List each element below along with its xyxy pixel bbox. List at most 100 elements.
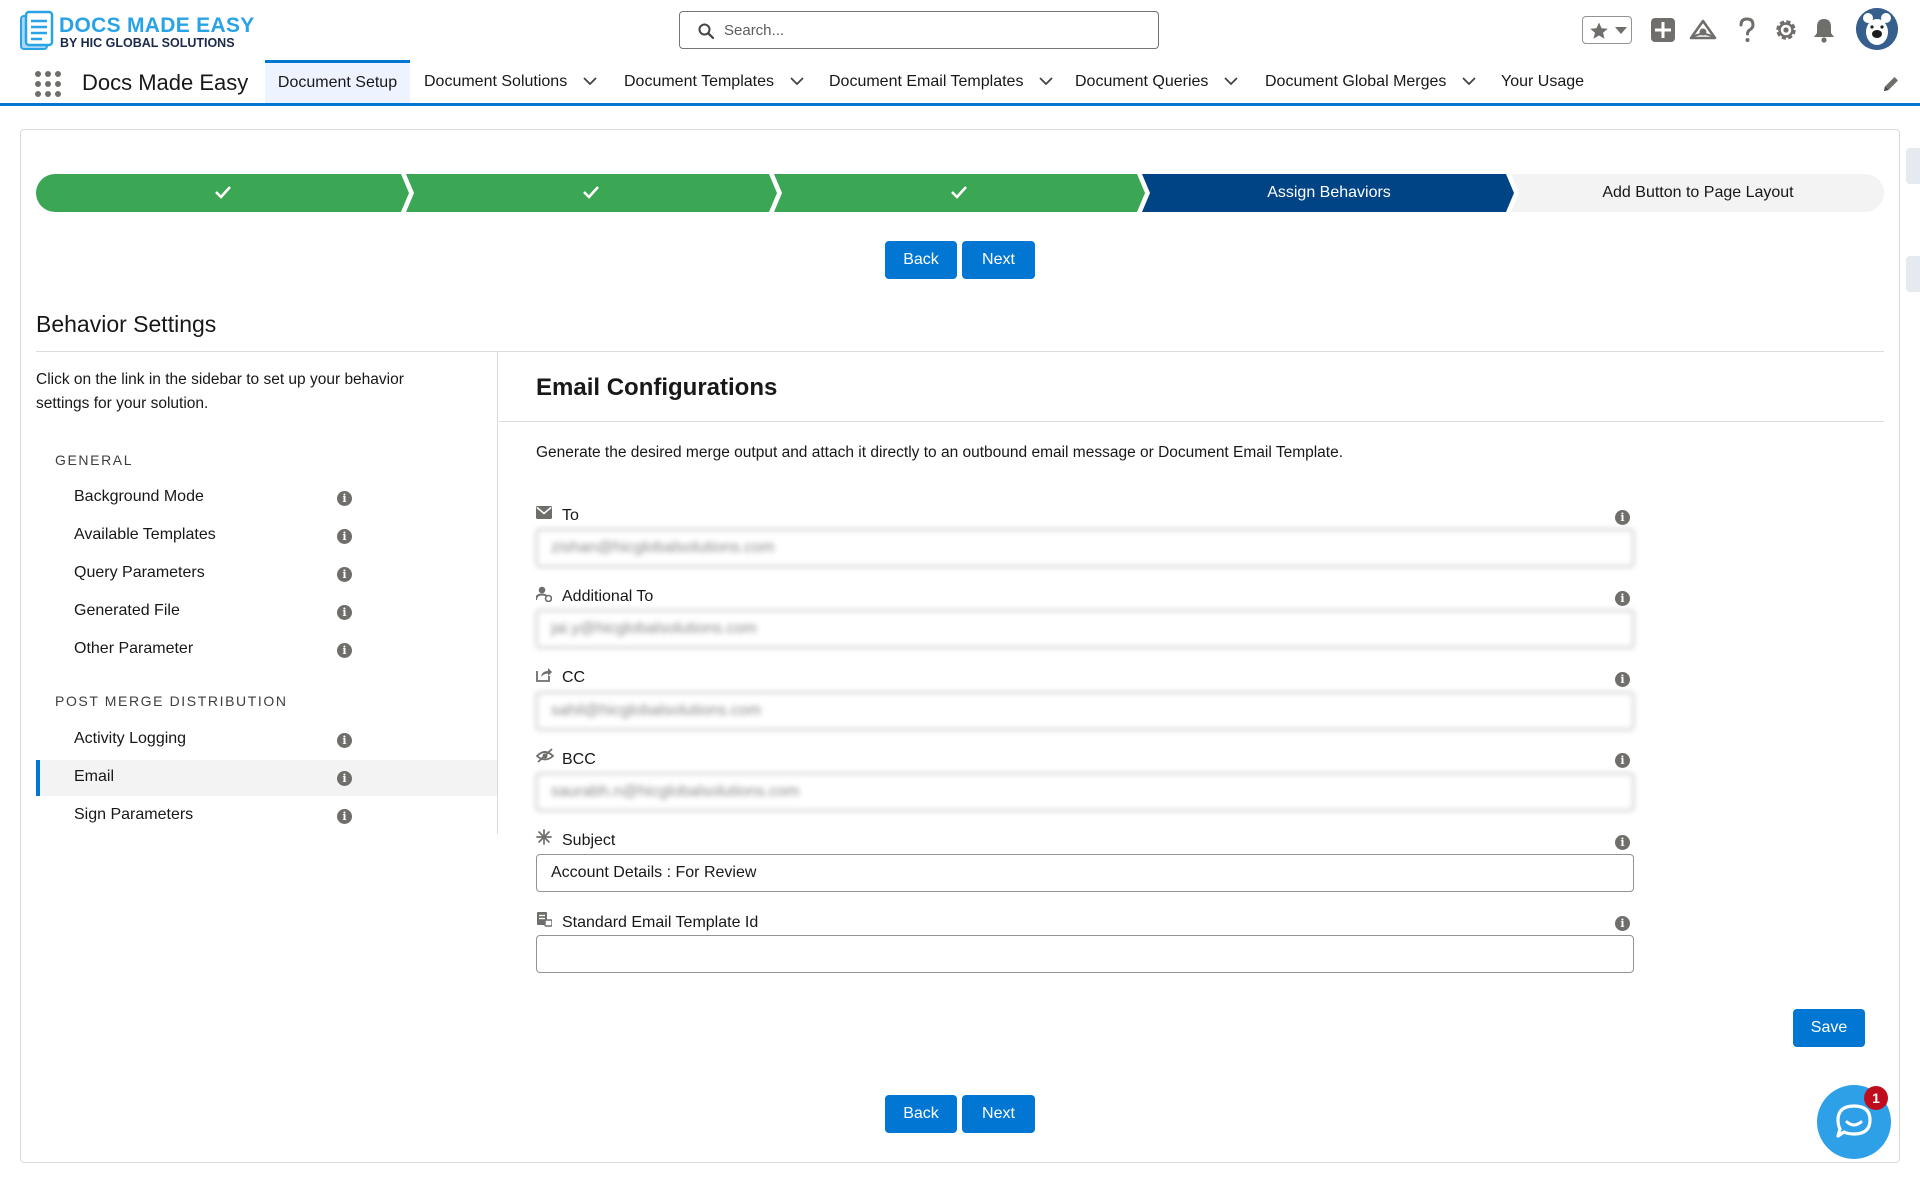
- tab-document-setup[interactable]: Document Setup: [265, 60, 410, 103]
- sidebar-item-label: Activity Logging: [74, 730, 187, 747]
- hide-icon: [536, 748, 554, 763]
- info-icon[interactable]: i: [337, 567, 352, 582]
- search-input[interactable]: [724, 12, 1144, 48]
- tab-document-queries[interactable]: Document Queries: [1075, 60, 1239, 103]
- edit-nav-pencil-icon[interactable]: [1882, 75, 1900, 93]
- global-actions-add-icon[interactable]: [1649, 16, 1677, 44]
- side-panel-toggle-bottom[interactable]: [1906, 256, 1920, 292]
- sidebar-item-sign-parameters[interactable]: Sign Parameters i: [36, 798, 497, 834]
- sparkle-icon: [536, 829, 552, 845]
- back-button-top[interactable]: Back: [885, 241, 957, 279]
- tab-label: Document Templates: [624, 72, 774, 90]
- sidebar-item-background-mode[interactable]: Background Mode i: [36, 480, 497, 516]
- cc-email-field[interactable]: [536, 692, 1634, 730]
- back-button-bottom[interactable]: Back: [885, 1095, 957, 1133]
- tab-document-global-merges[interactable]: Document Global Merges: [1265, 60, 1477, 103]
- sidebar-item-email[interactable]: Email i: [36, 760, 497, 796]
- chevron-down-icon[interactable]: [1224, 77, 1239, 86]
- global-header: DOCS MADE EASY BY HIC GLOBAL SOLUTIONS: [0, 0, 1920, 60]
- template-icon: [537, 912, 552, 927]
- panel-divider: [499, 421, 1884, 422]
- to-email-field[interactable]: [536, 529, 1634, 567]
- standard-email-template-id-field[interactable]: [536, 935, 1634, 973]
- sidebar-heading-post-merge-distribution: POST MERGE DISTRIBUTION: [55, 693, 288, 709]
- setup-gear-icon[interactable]: [1772, 16, 1800, 44]
- bcc-email-field[interactable]: [536, 773, 1634, 811]
- document-logo-icon: [20, 10, 54, 50]
- sidebar-intro-text: Click on the link in the sidebar to set …: [36, 371, 404, 412]
- sidebar-heading-general: GENERAL: [55, 452, 134, 468]
- sidebar-item-label: Available Templates: [74, 526, 216, 543]
- tab-label: Your Usage: [1501, 72, 1585, 90]
- step-3-check-icon: [951, 186, 967, 199]
- save-button[interactable]: Save: [1793, 1009, 1865, 1047]
- favorites-star-icon: [1590, 22, 1608, 39]
- info-icon[interactable]: i: [337, 605, 352, 620]
- trailhead-icon[interactable]: [1689, 16, 1717, 44]
- sidebar-item-activity-logging[interactable]: Activity Logging i: [36, 722, 497, 758]
- info-icon[interactable]: i: [1615, 835, 1630, 850]
- sidebar-item-generated-file[interactable]: Generated File i: [36, 594, 497, 630]
- tab-label: Document Queries: [1075, 72, 1209, 90]
- tab-document-email-templates[interactable]: Document Email Templates: [829, 60, 1054, 103]
- next-button-top[interactable]: Next: [962, 241, 1035, 279]
- sidebar-item-other-parameter[interactable]: Other Parameter i: [36, 632, 497, 668]
- info-icon[interactable]: i: [1615, 753, 1630, 768]
- info-icon[interactable]: i: [337, 771, 352, 786]
- tab-document-solutions[interactable]: Document Solutions: [424, 60, 597, 103]
- info-icon[interactable]: i: [1615, 916, 1630, 931]
- panel-title: Email Configurations: [536, 374, 778, 401]
- add-contact-icon: [536, 586, 552, 602]
- path-step-add-button[interactable]: Add Button to Page Layout: [1519, 174, 1877, 212]
- field-label-subject: Subject: [562, 832, 616, 849]
- tab-label: Document Solutions: [424, 72, 568, 90]
- sidebar-item-label: Sign Parameters: [74, 806, 194, 823]
- app-name: Docs Made Easy: [82, 70, 249, 95]
- chevron-down-icon[interactable]: [583, 77, 597, 86]
- field-label-standard-email-template-id: Standard Email Template Id: [562, 914, 759, 931]
- logo-title: DOCS MADE EASY: [59, 14, 255, 37]
- next-button-bottom[interactable]: Next: [962, 1095, 1035, 1133]
- sidebar-item-available-templates[interactable]: Available Templates i: [36, 518, 497, 554]
- docs-made-easy-logo[interactable]: DOCS MADE EASY BY HIC GLOBAL SOLUTIONS: [18, 8, 254, 52]
- search-icon: [698, 23, 714, 39]
- chevron-down-icon[interactable]: [1039, 77, 1054, 86]
- field-label-to: To: [562, 507, 579, 524]
- favorites-dropdown-icon[interactable]: [1615, 27, 1627, 35]
- info-icon[interactable]: i: [337, 733, 352, 748]
- info-icon[interactable]: i: [337, 529, 352, 544]
- info-icon[interactable]: i: [1615, 591, 1630, 606]
- chat-notification-badge: 1: [1864, 1086, 1888, 1110]
- sidebar-item-label: Background Mode: [74, 488, 204, 505]
- side-panel-toggle-top[interactable]: [1906, 148, 1920, 184]
- additional-to-email-field[interactable]: [536, 610, 1634, 648]
- user-avatar[interactable]: [1856, 8, 1898, 50]
- sidebar-item-label: Email: [74, 768, 115, 785]
- info-icon[interactable]: i: [337, 643, 352, 658]
- subject-field[interactable]: [536, 854, 1634, 892]
- tab-label: Document Email Templates: [829, 72, 1024, 90]
- path-step-assign-behaviors[interactable]: Assign Behaviors: [1150, 174, 1508, 212]
- chevron-down-icon[interactable]: [1462, 77, 1477, 86]
- help-icon[interactable]: [1733, 16, 1761, 44]
- panel-description: Generate the desired merge output and at…: [536, 444, 1344, 461]
- tab-label: Document Global Merges: [1265, 72, 1447, 90]
- behavior-sidebar: Click on the link in the sidebar to set …: [36, 352, 498, 834]
- favorites-button[interactable]: [1582, 16, 1632, 44]
- sidebar-item-label: Other Parameter: [74, 640, 194, 657]
- global-search[interactable]: [679, 11, 1159, 49]
- info-icon[interactable]: i: [1615, 672, 1630, 687]
- notifications-bell-icon[interactable]: [1810, 16, 1838, 44]
- info-icon[interactable]: i: [337, 491, 352, 506]
- info-icon[interactable]: i: [337, 809, 352, 824]
- chat-bubble-icon: [1836, 1104, 1872, 1138]
- logo-subtitle: BY HIC GLOBAL SOLUTIONS: [60, 36, 235, 50]
- chevron-down-icon[interactable]: [790, 77, 804, 86]
- tab-document-templates[interactable]: Document Templates: [624, 60, 804, 103]
- app-launcher-icon[interactable]: [35, 71, 61, 97]
- tab-your-usage[interactable]: Your Usage: [1501, 60, 1584, 103]
- info-icon[interactable]: i: [1615, 510, 1630, 525]
- sidebar-item-query-parameters[interactable]: Query Parameters i: [36, 556, 497, 592]
- tab-label: Document Setup: [277, 74, 398, 91]
- progress-path: Assign Behaviors Add Button to Page Layo…: [36, 174, 1884, 212]
